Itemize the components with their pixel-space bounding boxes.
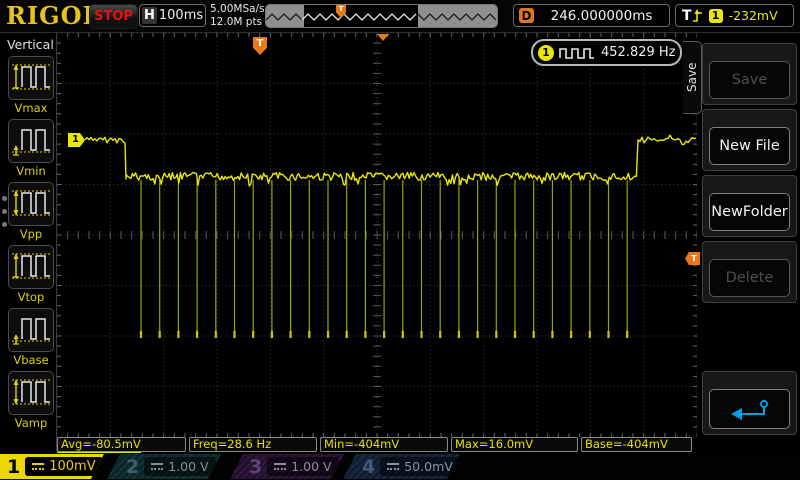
- measurement-avg[interactable]: Avg=-80.5mV: [57, 437, 186, 452]
- trigger-source-badge: 1: [709, 9, 723, 23]
- channel-1-status[interactable]: 1 100mV: [0, 454, 104, 479]
- freq-counter-value: 452.829 Hz: [601, 45, 676, 60]
- measurement-freq[interactable]: Freq=28.6 Hz: [189, 437, 317, 452]
- vpp-icon: [11, 184, 51, 224]
- horizontal-timebase-box[interactable]: H 100ms: [139, 4, 206, 27]
- rigol-logo: RIGOL: [6, 1, 100, 30]
- sidebar-item-vmin[interactable]: Vmin: [8, 119, 54, 178]
- trigger-center-icon: [377, 34, 389, 41]
- save-button[interactable]: Save: [709, 61, 790, 99]
- sidebar-item-vmax[interactable]: Vmax: [8, 56, 54, 115]
- dc-coupling-icon: [274, 462, 286, 471]
- delete-button[interactable]: Delete: [709, 259, 790, 297]
- rising-edge-icon: [692, 8, 705, 24]
- sidebar-item-vtop[interactable]: Vtop: [8, 245, 54, 304]
- sidebar-item-vpp[interactable]: Vpp: [8, 182, 54, 241]
- menu-slot: [702, 371, 797, 435]
- vmin-icon: [11, 121, 51, 161]
- trigger-level-value: -232mV: [729, 8, 778, 23]
- menu-tab-save: Save: [683, 41, 702, 114]
- sidebar-title: Vertical: [7, 37, 54, 52]
- delay-offset-box[interactable]: D 246.000000ms: [513, 4, 670, 27]
- vmax-icon: [11, 58, 51, 98]
- acquisition-info: 5.00MSa/s 12.0M pts: [210, 3, 265, 29]
- channel-status-bar: 1 100mV 2 1.00 V 3 1.00 V 4 50.0mV: [0, 453, 800, 480]
- ch3-scale: 1.00 V: [291, 459, 331, 474]
- menu-slot: NewFolder: [702, 175, 797, 237]
- page-dot: [2, 209, 7, 214]
- run-stop-status[interactable]: STOP: [89, 4, 138, 29]
- waveform-display[interactable]: 1 T 1 452.829 Hz: [57, 33, 697, 437]
- trigger-status-box[interactable]: T 1 -232mV: [675, 4, 794, 27]
- ch1-waveform: [57, 33, 697, 437]
- dc-coupling-icon: [32, 462, 44, 471]
- menu-slot: New File: [702, 109, 797, 171]
- delay-value: 246.000000ms: [534, 8, 669, 24]
- dc-coupling-icon: [387, 462, 399, 471]
- return-button[interactable]: [709, 389, 790, 429]
- memory-preview-waveform: [266, 5, 497, 27]
- memory-depth: 12.0M pts: [210, 16, 265, 29]
- channel-3-status[interactable]: 3 1.00 V: [230, 454, 344, 479]
- waveform-memory-preview[interactable]: T: [265, 4, 498, 28]
- menu-slot: Save: [702, 43, 797, 105]
- top-status-bar: RIGOL STOP H 100ms 5.00MSa/s 12.0M pts T…: [0, 0, 800, 33]
- square-wave-icon: [559, 46, 595, 59]
- vbase-icon: [11, 310, 51, 350]
- sidebar-item-vamp[interactable]: Vamp: [8, 371, 54, 430]
- menu-slot: Delete: [702, 241, 797, 303]
- vtop-icon: [11, 247, 51, 287]
- dc-coupling-icon: [151, 462, 163, 471]
- delay-prefix: D: [519, 8, 534, 23]
- timebase-value: 100ms: [157, 8, 205, 23]
- frequency-counter: 1 452.829 Hz: [531, 39, 682, 66]
- measurement-min[interactable]: Min=-404mV: [320, 437, 448, 452]
- measurement-base[interactable]: Base=-404mV: [581, 437, 692, 452]
- ch4-scale: 50.0mV: [404, 459, 453, 474]
- measure-sidebar: Vertical Vmax Vmin Vpp Vtop Vbase Vamp: [0, 33, 57, 452]
- sidebar-item-vbase[interactable]: Vbase: [8, 308, 54, 367]
- sample-rate: 5.00MSa/s: [210, 3, 265, 16]
- timebase-prefix: H: [142, 7, 157, 24]
- new-folder-button[interactable]: NewFolder: [709, 193, 790, 231]
- measurement-max[interactable]: Max=16.0mV: [451, 437, 578, 452]
- page-dot: [2, 196, 7, 201]
- new-file-button[interactable]: New File: [709, 127, 790, 165]
- channel-2-status[interactable]: 2 1.00 V: [107, 454, 221, 479]
- freq-source-badge: 1: [538, 45, 554, 61]
- ch2-scale: 1.00 V: [168, 459, 208, 474]
- return-arrow-icon: [726, 397, 774, 421]
- page-dot: [2, 222, 7, 227]
- vamp-icon: [11, 373, 51, 413]
- trigger-prefix: T: [682, 8, 692, 24]
- channel-4-status[interactable]: 4 50.0mV: [343, 454, 460, 479]
- oscilloscope-screen: RIGOL STOP H 100ms 5.00MSa/s 12.0M pts T…: [0, 0, 800, 480]
- ch1-scale: 100mV: [49, 459, 95, 474]
